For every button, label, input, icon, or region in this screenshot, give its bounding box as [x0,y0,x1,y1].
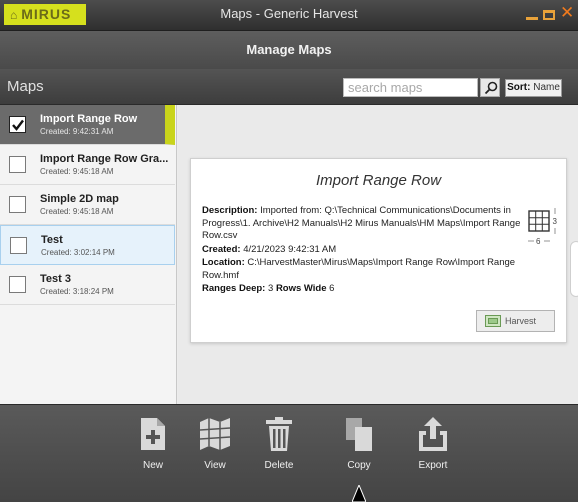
map-name: Simple 2D map [40,193,119,205]
harvest-label: Harvest [505,316,537,326]
grid-rows-label: 3 [553,217,558,226]
delete-button[interactable]: Delete [251,417,307,471]
location-label: Location: [202,257,245,268]
checkbox[interactable] [9,156,26,173]
minimize-icon[interactable] [526,17,538,20]
copy-label: Copy [347,460,371,471]
map-created: Created: 9:45:18 AM [40,207,114,216]
detail-pane: Import Range Row Description: Imported f… [178,105,578,404]
checkbox[interactable] [9,196,26,213]
list-item[interactable]: Test 3 Created: 3:18:24 PM [0,265,175,305]
map-detail-card: Import Range Row Description: Imported f… [190,158,567,343]
mouse-pointer-icon [352,485,366,502]
map-name: Test [41,234,63,246]
grid-cols-label: 6 [536,237,541,246]
map-name: Test 3 [40,273,71,285]
checkbox[interactable] [9,276,26,293]
side-panel-handle[interactable] [570,241,578,297]
search-button[interactable] [480,78,500,97]
list-item[interactable]: Test Created: 3:02:14 PM [0,225,175,265]
search-icon [484,81,498,95]
export-label: Export [418,460,448,471]
list-item[interactable]: Simple 2D map Created: 9:45:18 AM [0,185,175,225]
page-title: Manage Maps [246,42,332,57]
search-input[interactable] [343,78,478,97]
list-item[interactable]: Import Range Row Created: 9:42:31 AM [0,105,175,145]
window-title: Maps - Generic Harvest [220,6,358,21]
delete-label: Delete [264,460,294,471]
description-label: Description: [202,205,258,216]
map-created: Created: 3:18:24 PM [40,287,114,296]
sort-value: Name [533,82,560,93]
created-row: Created: 4/21/2023 9:42:31 AM [202,244,522,257]
detail-meta: Description: Imported from: Q:\Technical… [202,205,522,297]
ranges-value: 3 [268,283,274,294]
list-item[interactable]: Import Range Row Gra... Created: 9:45:18… [0,145,175,185]
detail-title: Import Range Row [315,172,442,189]
created-label: Created: [202,243,241,255]
created-value: 4/21/2023 9:42:31 AM [243,243,337,255]
map-created: Created: 9:42:31 AM [40,127,114,136]
checkbox[interactable] [10,237,27,254]
map-list: Import Range Row Created: 9:42:31 AM Imp… [0,105,177,404]
grid-icon: 3 6 [528,208,558,246]
content-area: Import Range Row Created: 9:42:31 AM Imp… [0,105,578,404]
copy-icon [346,418,372,451]
location-row: Location: C:\HarvestMaster\Mirus\Maps\Im… [202,257,522,282]
sort-prefix: Sort: [507,82,531,93]
description-row: Description: Imported from: Q:\Technical… [202,205,522,243]
map-name: Import Range Row Gra... [40,153,169,165]
maximize-icon[interactable] [543,10,555,20]
map-created: Created: 9:45:18 AM [40,167,114,176]
map-created: Created: 3:02:14 PM [41,248,115,257]
export-button[interactable]: Export [405,417,461,471]
new-button[interactable]: New [125,417,181,471]
dimensions-row: Ranges Deep: 3 Rows Wide 6 [202,283,522,296]
rows-label: Rows Wide [275,283,327,294]
new-icon [141,418,165,450]
sort-button[interactable]: Sort: Name [505,79,562,97]
harvest-icon [485,315,501,327]
export-icon [419,417,447,451]
new-label: New [142,460,163,471]
checkmark-icon [12,119,24,131]
location-value: C:\HarvestMaster\Mirus\Maps\Import Range… [202,257,516,281]
view-map-icon [199,418,231,450]
checkbox[interactable] [9,116,26,133]
maps-label: Maps [7,78,44,95]
view-button[interactable]: View [187,417,243,471]
copy-button[interactable]: Copy [331,417,387,471]
maps-bar: Maps Sort: Name [0,69,578,105]
bottom-toolbar: New View Delete Copy Export [0,404,578,502]
rows-value: 6 [329,283,335,294]
map-name: Import Range Row [40,113,138,125]
trash-icon [266,417,292,451]
view-label: View [204,460,226,471]
page-header: Manage Maps [0,31,578,69]
harvest-button[interactable]: Harvest [476,310,555,332]
close-icon[interactable]: ✕ [560,5,574,22]
ranges-label: Ranges Deep: [202,283,266,294]
title-bar: ⌂ MIRUS Maps - Generic Harvest ✕ [0,0,578,31]
